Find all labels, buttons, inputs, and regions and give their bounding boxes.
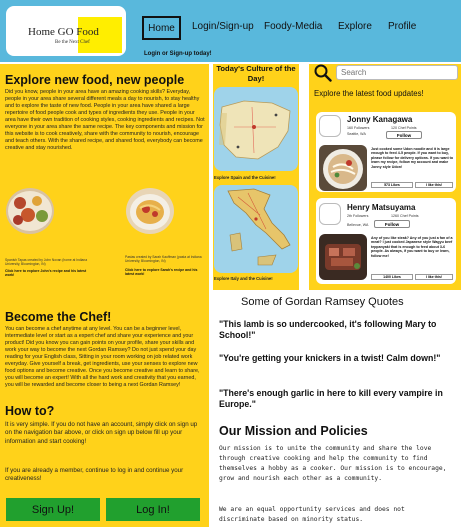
pasta-food-image[interactable] bbox=[126, 188, 174, 234]
intro-panel: Explore new food, new people Did you kno… bbox=[0, 64, 209, 527]
pasta-caption: Pastas created by Sarah Kauffman (pasta … bbox=[125, 255, 202, 263]
like-button[interactable]: I like this! bbox=[415, 274, 453, 280]
wagyu-post-image[interactable] bbox=[319, 234, 367, 280]
tapas-link[interactable]: Click here to explore John's recipe and … bbox=[5, 269, 90, 277]
nav-profile[interactable]: Profile bbox=[388, 21, 416, 32]
user-name[interactable]: Henry Matsuyama bbox=[347, 203, 415, 212]
italy-caption[interactable]: Explore Italy and the Cuisine! bbox=[214, 276, 273, 281]
like-button[interactable]: I like this! bbox=[415, 182, 453, 188]
howto-text-1: It is very simple. If you do not have an… bbox=[5, 421, 198, 445]
udon-post-image[interactable] bbox=[319, 145, 367, 191]
mission-title: Our Mission and Policies bbox=[219, 424, 368, 438]
spain-caption[interactable]: Explore Spain and the Cuisine! bbox=[214, 175, 276, 180]
quotes-mission-section: Some of Gordan Ramsey Quotes "This lamb … bbox=[213, 294, 461, 527]
explore-text: Did you know, people in your area have a… bbox=[5, 89, 205, 151]
italy-map-image[interactable] bbox=[214, 185, 298, 273]
tapas-caption: Spanish Tapas created by John Novan (hom… bbox=[5, 258, 88, 266]
user-followers: 2th Followers bbox=[347, 214, 369, 218]
follow-button[interactable]: Follow bbox=[374, 220, 410, 228]
culture-panel: Today's Culture of the Day! Explore Spai… bbox=[213, 64, 299, 290]
user-location: Bellevue, WA bbox=[347, 223, 369, 227]
logo-tagline: Be the Next Chef bbox=[55, 40, 90, 45]
signup-button[interactable]: Sign Up! bbox=[6, 498, 100, 521]
post-text: Any of you like steak? Any of you just a… bbox=[371, 236, 453, 258]
user-avatar[interactable] bbox=[319, 203, 341, 225]
login-hint-link[interactable]: Login or Sign-up today! bbox=[144, 51, 212, 57]
updates-panel: Explore the latest food updates! Jonny K… bbox=[309, 64, 461, 290]
user-location: Seattle, WA bbox=[347, 132, 366, 136]
pasta-link[interactable]: Click here to explore Sarah's recipe and… bbox=[125, 268, 207, 276]
user-followers: 160 Followers bbox=[347, 126, 370, 130]
search-input[interactable] bbox=[336, 65, 458, 80]
top-nav-bar: Home GO Food Be the Next Chef Home Login… bbox=[0, 0, 461, 62]
culture-title: Today's Culture of the Day! bbox=[216, 64, 296, 83]
quote-item: "You're getting your knickers in a twist… bbox=[219, 353, 441, 363]
quotes-title: Some of Gordan Ramsey Quotes bbox=[241, 296, 404, 308]
howto-title: How to? bbox=[5, 404, 55, 418]
chef-title: Become the Chef! bbox=[5, 310, 112, 324]
post-text: Just cooked some Udon noodle and it is l… bbox=[371, 147, 454, 169]
user-name[interactable]: Jonny Kanagawa bbox=[347, 115, 412, 124]
site-logo[interactable]: Home GO Food Be the Next Chef bbox=[6, 6, 126, 56]
nav-login-signup[interactable]: Login/Sign-up bbox=[192, 21, 254, 32]
likes-count-button[interactable]: 573 Likes bbox=[371, 182, 413, 188]
updates-title: Explore the latest food updates! bbox=[314, 89, 424, 98]
nav-home[interactable]: Home bbox=[142, 16, 181, 40]
quote-item: "This lamb is so undercooked, it's follo… bbox=[219, 319, 437, 340]
logo-name: Home GO Food bbox=[28, 26, 99, 38]
likes-count-button[interactable]: 1400 Likes bbox=[371, 274, 413, 280]
user-avatar[interactable] bbox=[319, 115, 341, 137]
nav-explore[interactable]: Explore bbox=[338, 21, 372, 32]
nav-foody-media[interactable]: Foody-Media bbox=[264, 21, 322, 32]
tapas-food-image[interactable] bbox=[6, 188, 54, 234]
user-points: 120 Chef Points bbox=[391, 126, 417, 130]
follow-button[interactable]: Follow bbox=[386, 131, 422, 139]
login-button[interactable]: Log In! bbox=[106, 498, 200, 521]
howto-text-2: If you are already a member, continue to… bbox=[5, 467, 184, 483]
search-icon[interactable] bbox=[314, 64, 332, 82]
policy-text: We are an equal opportunity services and… bbox=[219, 506, 405, 523]
spain-map-image[interactable] bbox=[214, 87, 298, 171]
mission-text: Our mission is to unite the community an… bbox=[219, 445, 447, 482]
explore-title: Explore new food, new people bbox=[5, 73, 185, 87]
quote-item: "There's enough garlic in here to kill e… bbox=[219, 388, 443, 409]
chef-text: You can become a chef anytime at any lev… bbox=[5, 326, 200, 388]
user-points: 1260 Chef Points bbox=[391, 214, 419, 218]
